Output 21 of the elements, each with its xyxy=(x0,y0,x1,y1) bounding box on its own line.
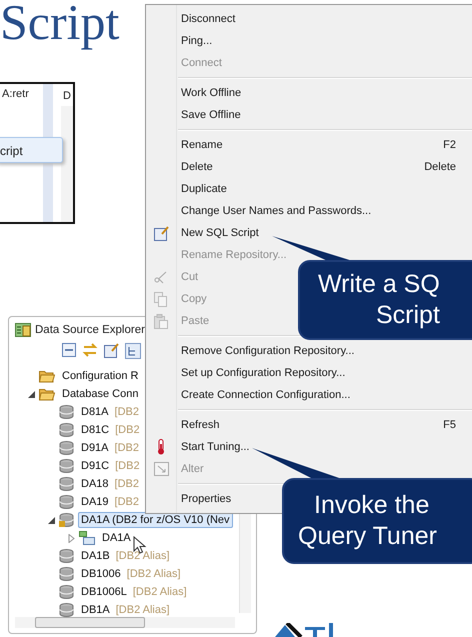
callout-text: Script xyxy=(376,300,440,331)
alias-label: [DB2 Alias] xyxy=(116,604,170,616)
shortcut-label: Delete xyxy=(424,161,456,173)
column-label: D xyxy=(63,90,71,102)
shortcut-label: F5 xyxy=(443,419,456,431)
alias-label: [DB2 xyxy=(114,478,139,490)
callout-text: Write a SQ xyxy=(318,269,440,300)
alias-label: [DB2 xyxy=(115,460,140,472)
shortcut-label: F2 xyxy=(443,139,456,151)
slide-title: Script xyxy=(0,0,120,52)
callout-text: Invoke the xyxy=(314,490,430,521)
alias-label: [DB2 xyxy=(114,496,139,508)
alias-label: [DB2 xyxy=(114,442,139,454)
callout-text: Query Tuner xyxy=(298,521,437,552)
alias-label: [DB2 Alias] xyxy=(116,550,170,562)
alias-label: [DB2 Alias] xyxy=(126,568,181,580)
alias-label: [DB2 xyxy=(115,424,140,436)
panel-title: Data Source Explorer xyxy=(35,324,145,336)
alias-label: [DB2 xyxy=(114,406,139,418)
tab-label: A:retr xyxy=(2,88,29,100)
alias-label: [DB2 Alias] xyxy=(132,586,187,598)
